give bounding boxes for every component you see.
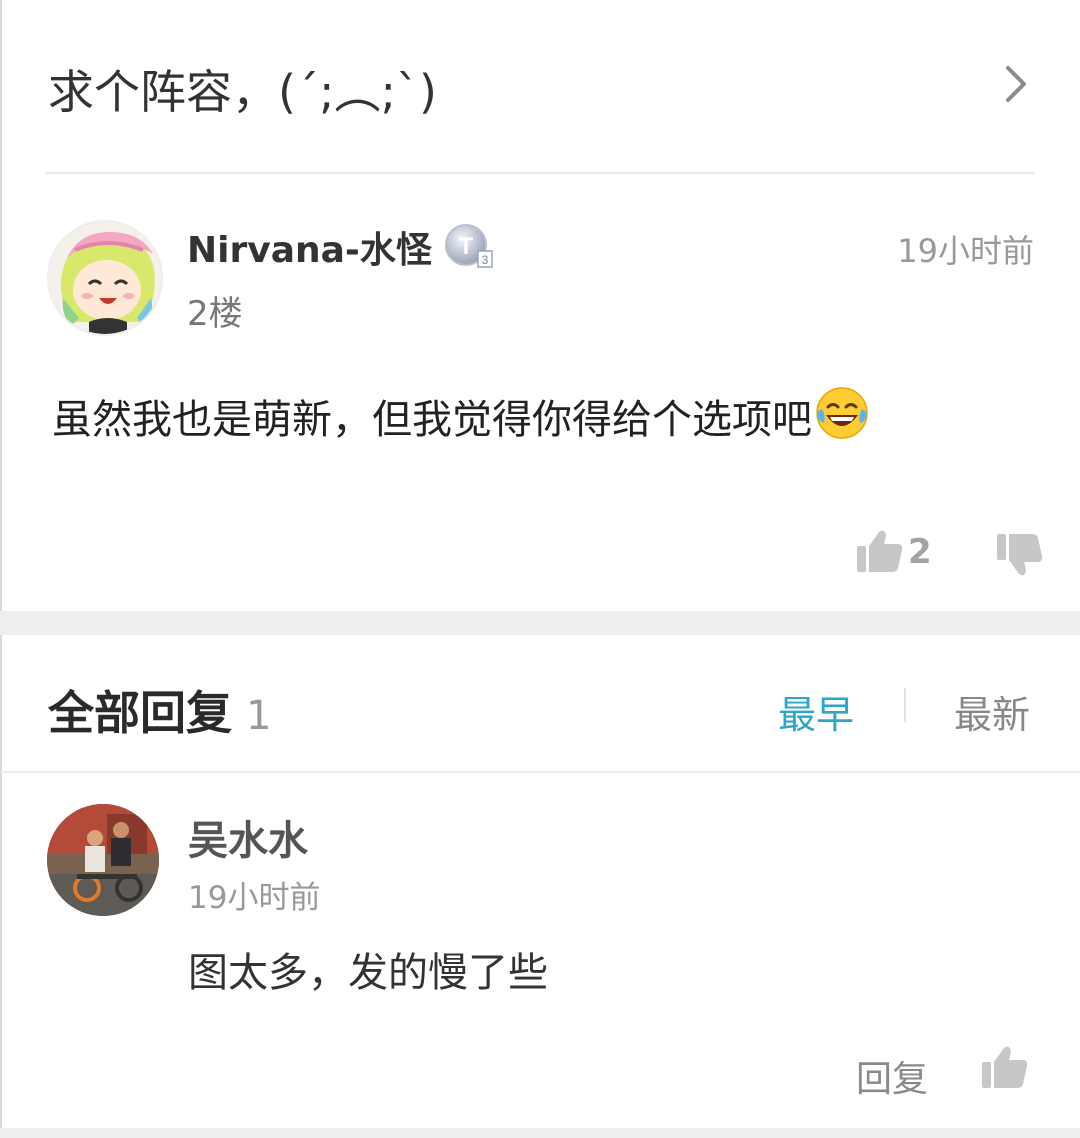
svg-text:T: T xyxy=(459,233,474,260)
reply-username[interactable]: 吴水水 xyxy=(188,808,308,866)
svg-text:3: 3 xyxy=(482,253,489,267)
topic-header[interactable]: 求个阵容，(´;︵;`) xyxy=(0,0,1080,175)
reply-content: 图太多，发的慢了些 xyxy=(188,950,548,996)
anime-avatar-image xyxy=(49,222,161,334)
reply-button[interactable]: 回复 xyxy=(856,1050,928,1102)
replies-title: 全部回复 xyxy=(48,686,232,740)
photo-avatar-image xyxy=(47,804,159,916)
reply-avatar[interactable] xyxy=(47,804,159,916)
replies-count: 1 xyxy=(246,693,272,739)
sort-earliest-tab[interactable]: 最早 xyxy=(778,684,854,739)
thumbs-down-icon[interactable] xyxy=(995,530,1045,580)
reply-time: 19小时前 xyxy=(188,880,321,916)
thumbs-up-icon[interactable] xyxy=(980,1042,1030,1092)
topic-title: 求个阵容，(´;︵;`) xyxy=(48,65,437,119)
replies-header: 全部回复 1 xyxy=(48,677,271,743)
face-with-tears-of-joy-icon xyxy=(816,387,868,439)
thumbs-up-icon[interactable] xyxy=(855,526,905,576)
floor-number: 2楼 xyxy=(187,294,243,334)
chevron-right-icon[interactable] xyxy=(996,62,1036,106)
avatar[interactable] xyxy=(47,220,163,336)
sort-divider xyxy=(904,688,906,722)
divider xyxy=(45,172,1035,174)
level-badge-icon: T 3 xyxy=(445,224,493,268)
bottom-separator xyxy=(0,1128,1080,1138)
section-separator xyxy=(0,611,1080,635)
sort-newest-tab[interactable]: 最新 xyxy=(954,684,1030,739)
divider xyxy=(0,771,1080,773)
like-count: 2 xyxy=(908,532,932,572)
post-username[interactable]: Nirvana-水怪 xyxy=(187,221,432,273)
post-text: 虽然我也是萌新，但我觉得你得给个选项吧 xyxy=(52,397,812,443)
post-content: 虽然我也是萌新，但我觉得你得给个选项吧 xyxy=(52,385,870,445)
post-time: 19小时前 xyxy=(897,232,1034,270)
